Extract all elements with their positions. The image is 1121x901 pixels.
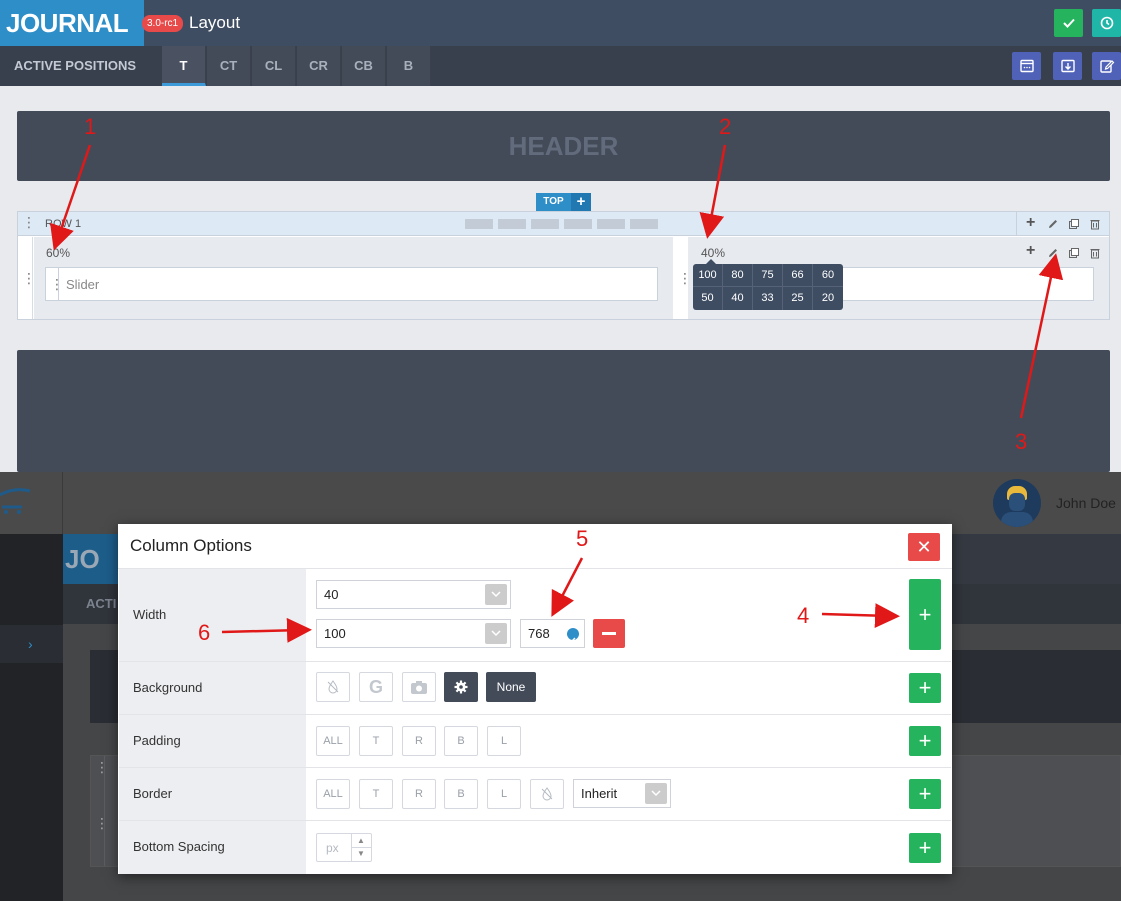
annotation-3: 3 bbox=[1015, 429, 1028, 454]
annotation-4: 4 bbox=[797, 603, 810, 628]
annotation-2: 2 bbox=[719, 114, 732, 139]
annotation-5: 5 bbox=[576, 526, 589, 551]
annotation-arrows bbox=[50, 144, 1064, 643]
annotation-6: 6 bbox=[198, 620, 211, 645]
annotation-1: 1 bbox=[84, 114, 97, 139]
